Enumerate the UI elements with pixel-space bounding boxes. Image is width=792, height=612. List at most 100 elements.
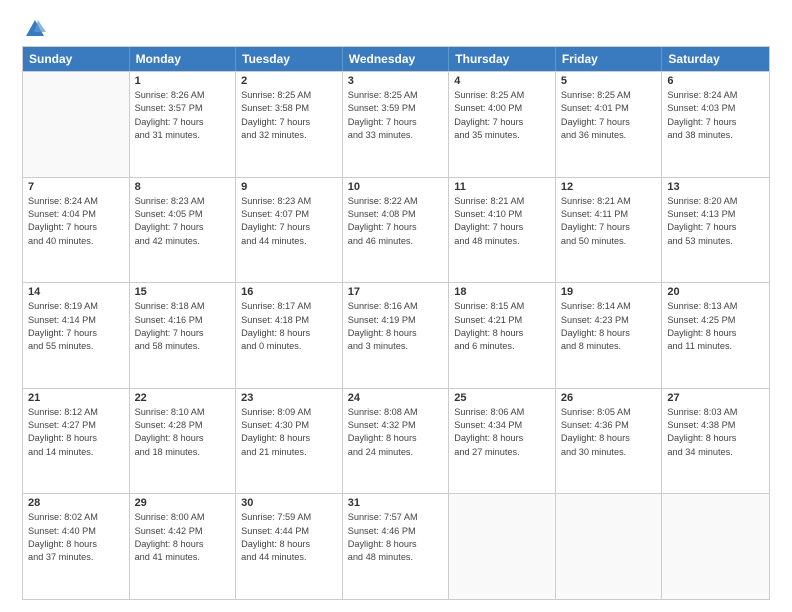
day-number: 11 xyxy=(454,181,550,193)
day-cell: 16 Sunrise: 8:17 AMSunset: 4:18 PMDayligh… xyxy=(236,283,343,388)
day-cell: 25 Sunrise: 8:06 AMSunset: 4:34 PMDayligh… xyxy=(449,389,556,494)
day-info: Sunrise: 8:00 AMSunset: 4:42 PMDaylight:… xyxy=(135,511,231,564)
day-cell: 7 Sunrise: 8:24 AMSunset: 4:04 PMDaylight… xyxy=(23,178,130,283)
week-row: 28 Sunrise: 8:02 AMSunset: 4:40 PMDayligh… xyxy=(23,493,769,599)
day-header: Saturday xyxy=(662,47,769,71)
day-number: 18 xyxy=(454,286,550,298)
day-number: 10 xyxy=(348,181,444,193)
weeks: 1 Sunrise: 8:26 AMSunset: 3:57 PMDaylight… xyxy=(23,71,769,599)
day-cell: 30 Sunrise: 7:59 AMSunset: 4:44 PMDayligh… xyxy=(236,494,343,599)
day-info: Sunrise: 8:24 AMSunset: 4:04 PMDaylight:… xyxy=(28,195,124,248)
day-number: 14 xyxy=(28,286,124,298)
day-cell xyxy=(23,72,130,177)
week-row: 21Sunrise: 8:12 AMSunset: 4:27 PMDayligh… xyxy=(23,388,769,494)
day-number: 27 xyxy=(667,392,764,404)
day-number: 26 xyxy=(561,392,657,404)
day-number: 22 xyxy=(135,392,231,404)
day-number: 25 xyxy=(454,392,550,404)
day-cell: 20 Sunrise: 8:13 AMSunset: 4:25 PMDayligh… xyxy=(662,283,769,388)
day-cell: 22Sunrise: 8:10 AMSunset: 4:28 PMDayligh… xyxy=(130,389,237,494)
day-cell: 18Sunrise: 8:15 AMSunset: 4:21 PMDayligh… xyxy=(449,283,556,388)
day-headers: SundayMondayTuesdayWednesdayThursdayFrid… xyxy=(23,47,769,71)
day-number: 1 xyxy=(135,75,231,87)
day-info: Sunrise: 8:21 AMSunset: 4:10 PMDaylight:… xyxy=(454,195,550,248)
day-number: 6 xyxy=(667,75,764,87)
day-header: Tuesday xyxy=(236,47,343,71)
day-number: 5 xyxy=(561,75,657,87)
day-number: 13 xyxy=(667,181,764,193)
header xyxy=(22,18,770,40)
day-info: Sunrise: 7:59 AMSunset: 4:44 PMDaylight:… xyxy=(241,511,337,564)
day-cell: 21Sunrise: 8:12 AMSunset: 4:27 PMDayligh… xyxy=(23,389,130,494)
day-info: Sunrise: 8:23 AMSunset: 4:05 PMDaylight:… xyxy=(135,195,231,248)
day-info: Sunrise: 8:18 AMSunset: 4:16 PMDaylight:… xyxy=(135,300,231,353)
day-info: Sunrise: 8:02 AMSunset: 4:40 PMDaylight:… xyxy=(28,511,124,564)
day-cell: 5 Sunrise: 8:25 AMSunset: 4:01 PMDaylight… xyxy=(556,72,663,177)
day-cell: 3Sunrise: 8:25 AMSunset: 3:59 PMDaylight… xyxy=(343,72,450,177)
day-number: 3 xyxy=(348,75,444,87)
day-header: Wednesday xyxy=(343,47,450,71)
calendar: SundayMondayTuesdayWednesdayThursdayFrid… xyxy=(22,46,770,600)
day-cell: 1 Sunrise: 8:26 AMSunset: 3:57 PMDaylight… xyxy=(130,72,237,177)
day-info: Sunrise: 8:19 AMSunset: 4:14 PMDaylight:… xyxy=(28,300,124,353)
day-number: 24 xyxy=(348,392,444,404)
day-cell: 17 Sunrise: 8:16 AMSunset: 4:19 PMDayligh… xyxy=(343,283,450,388)
week-row: 14 Sunrise: 8:19 AMSunset: 4:14 PMDayligh… xyxy=(23,282,769,388)
day-info: Sunrise: 8:21 AMSunset: 4:11 PMDaylight:… xyxy=(561,195,657,248)
logo-icon xyxy=(24,18,46,40)
day-number: 31 xyxy=(348,497,444,509)
day-number: 17 xyxy=(348,286,444,298)
day-header: Thursday xyxy=(449,47,556,71)
logo xyxy=(22,18,46,40)
day-cell: 26 Sunrise: 8:05 AMSunset: 4:36 PMDayligh… xyxy=(556,389,663,494)
day-info: Sunrise: 8:25 AMSunset: 4:01 PMDaylight:… xyxy=(561,89,657,142)
day-info: Sunrise: 8:17 AMSunset: 4:18 PMDaylight:… xyxy=(241,300,337,353)
day-cell: 27Sunrise: 8:03 AMSunset: 4:38 PMDayligh… xyxy=(662,389,769,494)
day-info: Sunrise: 8:23 AMSunset: 4:07 PMDaylight:… xyxy=(241,195,337,248)
day-number: 20 xyxy=(667,286,764,298)
day-number: 12 xyxy=(561,181,657,193)
day-info: Sunrise: 7:57 AMSunset: 4:46 PMDaylight:… xyxy=(348,511,444,564)
day-cell: 10Sunrise: 8:22 AMSunset: 4:08 PMDayligh… xyxy=(343,178,450,283)
day-cell: 13 Sunrise: 8:20 AMSunset: 4:13 PMDayligh… xyxy=(662,178,769,283)
day-number: 2 xyxy=(241,75,337,87)
day-number: 9 xyxy=(241,181,337,193)
day-cell xyxy=(556,494,663,599)
day-cell: 19Sunrise: 8:14 AMSunset: 4:23 PMDayligh… xyxy=(556,283,663,388)
day-number: 28 xyxy=(28,497,124,509)
day-number: 7 xyxy=(28,181,124,193)
day-cell: 2 Sunrise: 8:25 AMSunset: 3:58 PMDaylight… xyxy=(236,72,343,177)
day-info: Sunrise: 8:16 AMSunset: 4:19 PMDaylight:… xyxy=(348,300,444,353)
day-info: Sunrise: 8:25 AMSunset: 3:58 PMDaylight:… xyxy=(241,89,337,142)
day-cell: 14 Sunrise: 8:19 AMSunset: 4:14 PMDayligh… xyxy=(23,283,130,388)
day-cell: 11 Sunrise: 8:21 AMSunset: 4:10 PMDayligh… xyxy=(449,178,556,283)
day-cell: 15 Sunrise: 8:18 AMSunset: 4:16 PMDayligh… xyxy=(130,283,237,388)
day-cell: 8Sunrise: 8:23 AMSunset: 4:05 PMDaylight… xyxy=(130,178,237,283)
day-number: 19 xyxy=(561,286,657,298)
day-info: Sunrise: 8:20 AMSunset: 4:13 PMDaylight:… xyxy=(667,195,764,248)
day-number: 15 xyxy=(135,286,231,298)
day-cell: 28 Sunrise: 8:02 AMSunset: 4:40 PMDayligh… xyxy=(23,494,130,599)
day-cell: 24 Sunrise: 8:08 AMSunset: 4:32 PMDayligh… xyxy=(343,389,450,494)
day-cell xyxy=(449,494,556,599)
day-info: Sunrise: 8:24 AMSunset: 4:03 PMDaylight:… xyxy=(667,89,764,142)
day-cell: 4Sunrise: 8:25 AMSunset: 4:00 PMDaylight… xyxy=(449,72,556,177)
day-info: Sunrise: 8:05 AMSunset: 4:36 PMDaylight:… xyxy=(561,406,657,459)
day-number: 21 xyxy=(28,392,124,404)
day-info: Sunrise: 8:13 AMSunset: 4:25 PMDaylight:… xyxy=(667,300,764,353)
day-cell: 29 Sunrise: 8:00 AMSunset: 4:42 PMDayligh… xyxy=(130,494,237,599)
day-header: Friday xyxy=(556,47,663,71)
week-row: 1 Sunrise: 8:26 AMSunset: 3:57 PMDaylight… xyxy=(23,71,769,177)
day-cell: 23Sunrise: 8:09 AMSunset: 4:30 PMDayligh… xyxy=(236,389,343,494)
day-number: 30 xyxy=(241,497,337,509)
day-number: 16 xyxy=(241,286,337,298)
day-info: Sunrise: 8:25 AMSunset: 4:00 PMDaylight:… xyxy=(454,89,550,142)
day-header: Monday xyxy=(130,47,237,71)
day-info: Sunrise: 8:06 AMSunset: 4:34 PMDaylight:… xyxy=(454,406,550,459)
day-cell: 9 Sunrise: 8:23 AMSunset: 4:07 PMDaylight… xyxy=(236,178,343,283)
day-cell: 31 Sunrise: 7:57 AMSunset: 4:46 PMDayligh… xyxy=(343,494,450,599)
day-number: 29 xyxy=(135,497,231,509)
day-info: Sunrise: 8:08 AMSunset: 4:32 PMDaylight:… xyxy=(348,406,444,459)
day-cell: 6 Sunrise: 8:24 AMSunset: 4:03 PMDaylight… xyxy=(662,72,769,177)
day-info: Sunrise: 8:26 AMSunset: 3:57 PMDaylight:… xyxy=(135,89,231,142)
